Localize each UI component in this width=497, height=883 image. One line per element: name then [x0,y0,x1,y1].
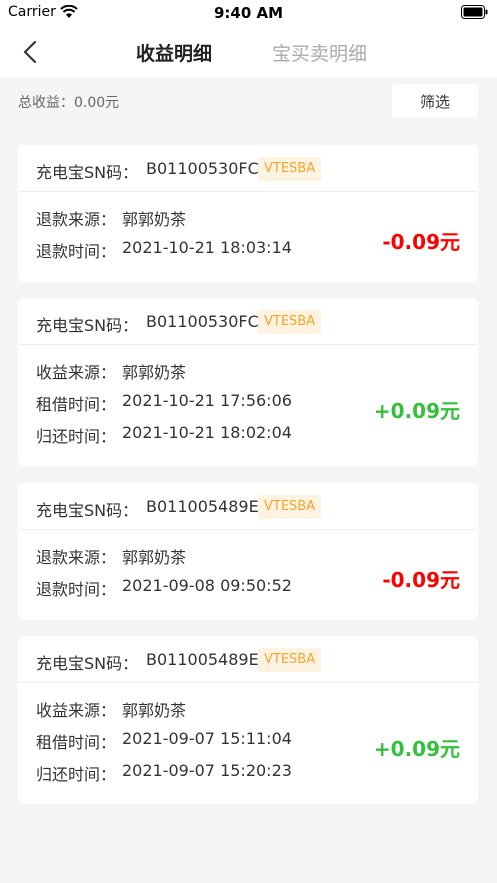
card-header: 充电宝SN码： B011005489E VTESBA [18,636,478,683]
clock: 9:40 AM [213,4,284,22]
device-badge: VTESBA [258,648,322,672]
row-value: 2021-10-21 18:02:04 [122,423,292,442]
sn-label: 充电宝SN码： [36,654,139,673]
record-card: 充电宝SN码： B011005489E VTESBA 收益来源： 郭郭奶茶 租借… [18,636,478,804]
device-badge: VTESBA [258,157,322,181]
row-label: 归还时间： [36,427,117,446]
tab-earnings-detail[interactable]: 收益明细 [136,39,212,66]
row-value: 2021-09-07 15:20:23 [122,761,292,780]
status-bar: Carrier 9:40 AM [0,0,497,26]
amount: -0.09元 [382,230,460,254]
total-earnings: 总收益：0.00元 [18,95,120,111]
row-value: 郭郭奶茶 [122,701,187,720]
amount: +0.09元 [373,737,460,761]
sn-value: B01100530FC [146,312,259,331]
row-value: 2021-09-08 09:50:52 [122,576,292,595]
record-card: 充电宝SN码： B01100530FC VTESBA 收益来源： 郭郭奶茶 租借… [18,298,478,466]
filter-button[interactable]: 筛选 [392,84,478,118]
row-value: 郭郭奶茶 [122,363,187,382]
sn-value: B011005489E [146,650,259,669]
row-label: 租借时间： [36,733,117,752]
row-label: 租借时间： [36,395,117,414]
back-arrow-icon[interactable] [20,39,42,65]
amount: +0.09元 [373,399,460,423]
row-value: 2021-10-21 18:03:14 [122,238,292,257]
sn-label: 充电宝SN码： [36,163,139,182]
record-card: 充电宝SN码： B011005489E VTESBA 退款来源： 郭郭奶茶 退款… [18,483,478,620]
row-label: 退款来源： [36,210,117,229]
card-header: 充电宝SN码： B01100530FC VTESBA [18,145,478,192]
summary-row: 总收益：0.00元 筛选 [0,78,497,124]
row-label: 退款来源： [36,548,117,567]
row-value: 郭郭奶茶 [122,210,187,229]
row-label: 退款时间： [36,580,117,599]
row-label: 收益来源： [36,363,117,382]
row-label: 归还时间： [36,765,117,784]
card-header: 充电宝SN码： B011005489E VTESBA [18,483,478,530]
card-header: 充电宝SN码： B01100530FC VTESBA [18,298,478,345]
row-label: 收益来源： [36,701,117,720]
sn-label: 充电宝SN码： [36,501,139,520]
row-value: 2021-09-07 15:11:04 [122,729,292,748]
amount: -0.09元 [382,568,460,592]
row-label: 退款时间： [36,242,117,261]
record-card: 充电宝SN码： B01100530FC VTESBA 退款来源： 郭郭奶茶 退款… [18,145,478,282]
device-badge: VTESBA [258,495,322,519]
device-badge: VTESBA [258,310,322,334]
battery-icon [461,5,488,19]
sn-value: B01100530FC [146,159,259,178]
sn-label: 充电宝SN码： [36,316,139,335]
tab-trade-detail[interactable]: 宝买卖明细 [272,39,367,66]
sn-value: B011005489E [146,497,259,516]
row-value: 2021-10-21 17:56:06 [122,391,292,410]
nav-bar: 收益明细 宝买卖明细 [0,26,497,78]
row-value: 郭郭奶茶 [122,548,187,567]
